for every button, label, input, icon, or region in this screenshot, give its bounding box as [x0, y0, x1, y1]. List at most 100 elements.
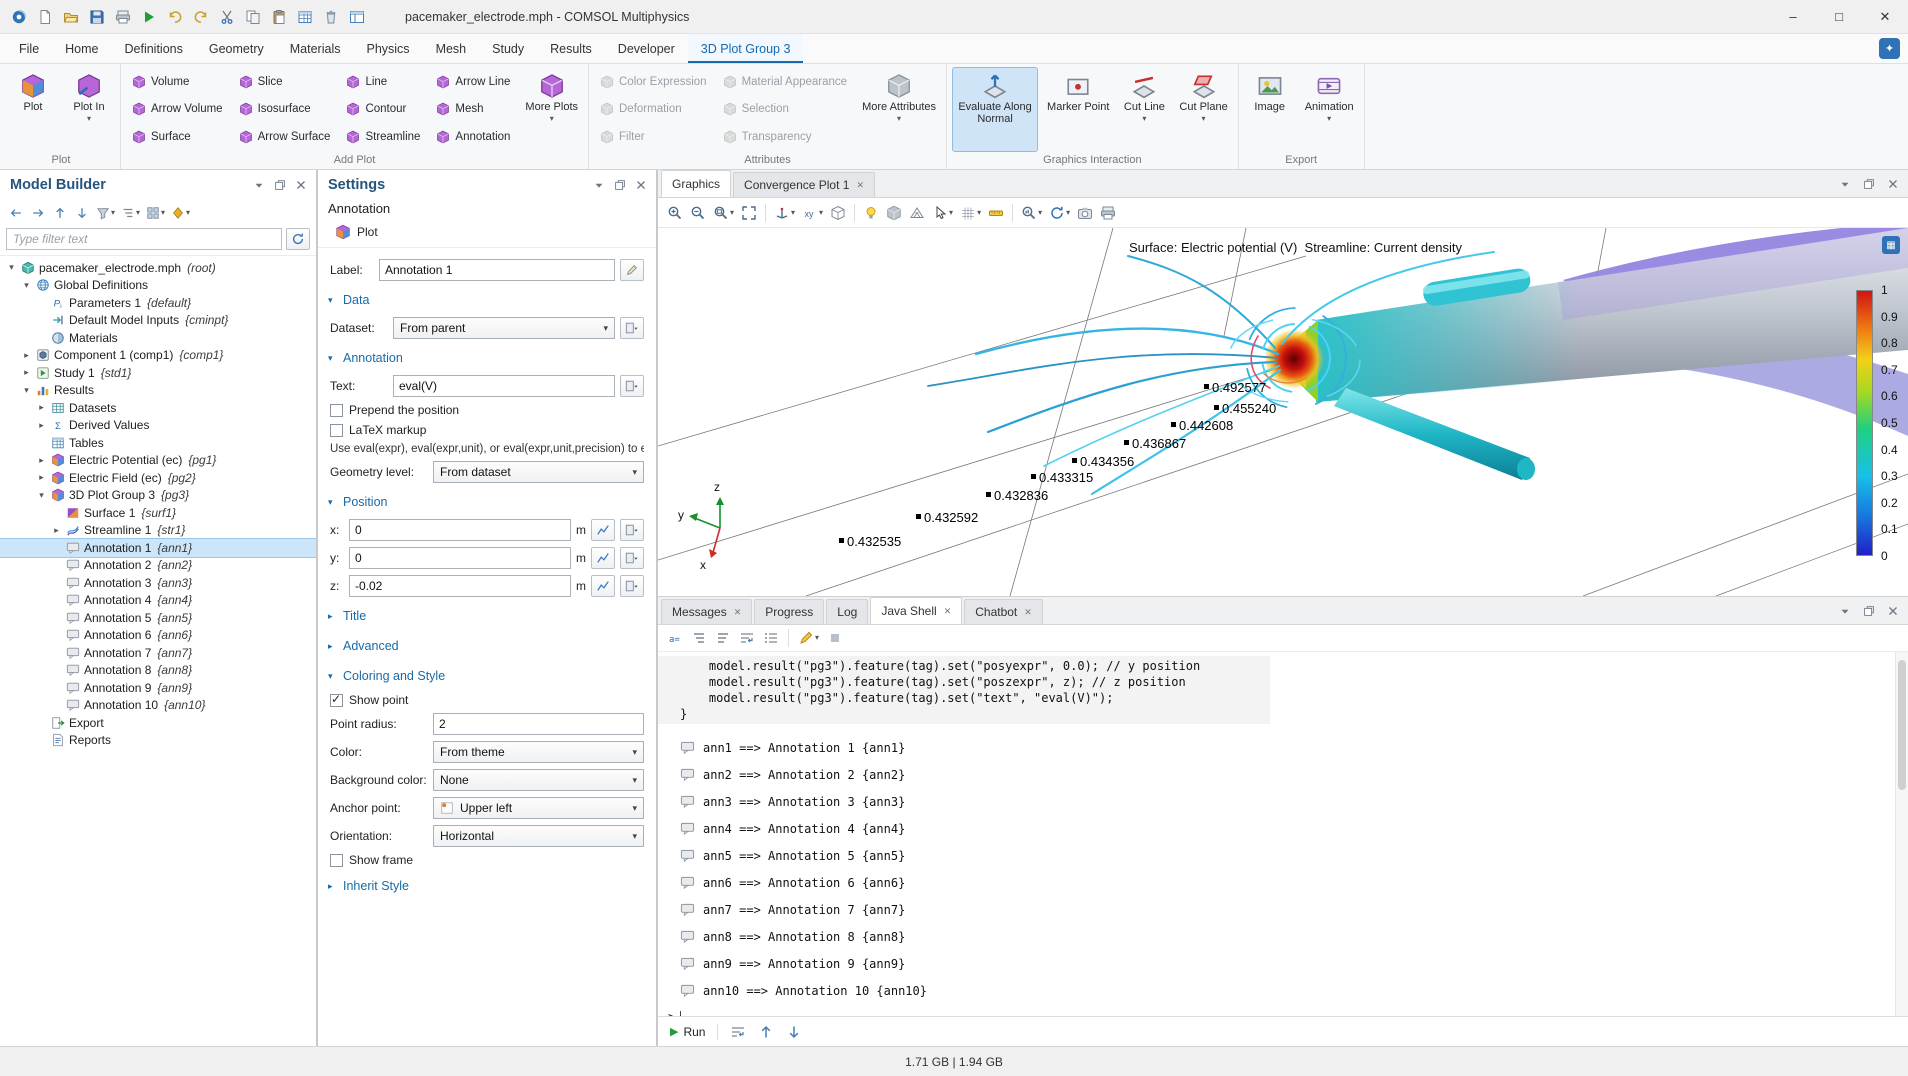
history-down-icon[interactable] — [784, 1021, 804, 1043]
print-icon[interactable] — [1097, 201, 1119, 225]
section-data[interactable]: ▾Data — [318, 289, 656, 311]
expand-node-icon[interactable]: ▸ — [51, 525, 62, 536]
rename-icon[interactable] — [620, 259, 644, 281]
more-attributes-button[interactable]: More Attributes▾ — [857, 67, 941, 152]
latex-markup-checkbox[interactable] — [330, 424, 343, 437]
tree-node-tables[interactable]: Tables — [0, 434, 316, 452]
contour-button[interactable]: Contour — [342, 98, 424, 120]
tree-node-study-1[interactable]: ▸Study 1{std1} — [0, 364, 316, 382]
expression-icon[interactable] — [620, 519, 644, 541]
tab-results[interactable]: Results — [537, 34, 605, 63]
tab-materials[interactable]: Materials — [277, 34, 354, 63]
tree-node-3d-plot-group-3[interactable]: ▾3D Plot Group 3{pg3} — [0, 487, 316, 505]
plot-tools-icon[interactable]: ▦ — [1882, 236, 1900, 254]
tree-node-electric-field-ec[interactable]: ▸Electric Field (ec){pg2} — [0, 469, 316, 487]
section-title[interactable]: ▸Title — [318, 605, 656, 627]
tree-node-datasets[interactable]: ▸Datasets — [0, 399, 316, 417]
tree-node-reports[interactable]: Reports — [0, 732, 316, 750]
streamline-button[interactable]: Streamline — [342, 126, 424, 148]
expand-node-icon[interactable]: ▸ — [36, 402, 47, 413]
tree-node-annotation-4[interactable]: Annotation 4{ann4} — [0, 592, 316, 610]
paste-icon[interactable] — [266, 4, 291, 30]
zoom-extents-icon[interactable] — [738, 201, 760, 225]
tab-3d-plot-group-3[interactable]: 3D Plot Group 3 — [688, 34, 804, 63]
minimize-button[interactable]: – — [1770, 0, 1816, 33]
reset-layout-icon[interactable] — [344, 4, 369, 30]
tab-definitions[interactable]: Definitions — [112, 34, 196, 63]
close-tab-icon[interactable]: ✕ — [734, 607, 742, 618]
section-coloring-and-style[interactable]: ▾Coloring and Style — [318, 665, 656, 687]
tab-log[interactable]: Log — [826, 599, 868, 624]
panel-menu-icon[interactable] — [250, 176, 268, 194]
show-point-checkbox[interactable] — [330, 694, 343, 707]
tree-node-surface-1[interactable]: Surface 1{surf1} — [0, 504, 316, 522]
more-plots-button[interactable]: More Plots▾ — [520, 67, 583, 152]
scene-light-icon[interactable] — [860, 201, 882, 225]
tab-developer[interactable]: Developer — [605, 34, 688, 63]
color-select[interactable]: From theme▾ — [433, 741, 644, 763]
tree-node-parameters-1[interactable]: PiParameters 1{default} — [0, 294, 316, 312]
tree-node-electric-potential-ec[interactable]: ▸Electric Potential (ec){pg1} — [0, 452, 316, 470]
animation-button[interactable]: Animation▾ — [1300, 67, 1359, 152]
highlight-icon[interactable]: ▾ — [795, 626, 822, 650]
tree-collapse-icon[interactable] — [688, 626, 710, 650]
list-icon[interactable] — [760, 626, 782, 650]
tree-node-annotation-2[interactable]: Annotation 2{ann2} — [0, 557, 316, 575]
tree-node-annotation-9[interactable]: Annotation 9{ann9} — [0, 679, 316, 697]
forward-icon[interactable] — [28, 202, 48, 224]
tree-node-annotation-7[interactable]: Annotation 7{ann7} — [0, 644, 316, 662]
surface-button[interactable]: Surface — [128, 126, 227, 148]
expand-node-icon[interactable]: ▸ — [36, 420, 47, 431]
material-appearance-button[interactable]: Material Appearance — [719, 71, 851, 93]
table-icon[interactable] — [292, 4, 317, 30]
collapse-node-icon[interactable]: ▾ — [6, 262, 17, 273]
redo-icon[interactable] — [188, 4, 213, 30]
range-icon[interactable] — [591, 519, 615, 541]
position-x-input[interactable] — [349, 519, 571, 541]
insert-expression-icon[interactable] — [620, 375, 644, 397]
plot-settings-icon[interactable]: ▾ — [1018, 201, 1045, 225]
transparency-button[interactable]: Transparency — [719, 126, 851, 148]
anchor-point-select[interactable]: Upper left▾ — [433, 797, 644, 819]
expression-icon[interactable] — [620, 547, 644, 569]
edit-dataset-icon[interactable] — [620, 317, 644, 339]
tab-graphics[interactable]: Graphics — [661, 170, 731, 197]
refresh-icon[interactable] — [286, 228, 310, 250]
delete-icon[interactable] — [318, 4, 343, 30]
copy-icon[interactable] — [240, 4, 265, 30]
volume-button[interactable]: Volume — [128, 71, 227, 93]
graphics-canvas[interactable]: Surface: Electric potential (V) Streamli… — [658, 228, 1908, 596]
orientation-select[interactable]: Horizontal▾ — [433, 825, 644, 847]
point-radius-input[interactable] — [433, 713, 644, 735]
tree-node-annotation-3[interactable]: Annotation 3{ann3} — [0, 574, 316, 592]
view-along-axis-icon[interactable]: xy▾ — [799, 201, 826, 225]
tree-node-annotation-5[interactable]: Annotation 5{ann5} — [0, 609, 316, 627]
position-y-input[interactable] — [349, 547, 571, 569]
tree-node-export[interactable]: Export — [0, 714, 316, 732]
position-z-input[interactable] — [349, 575, 571, 597]
collapse-node-icon[interactable]: ▾ — [36, 490, 47, 501]
stop-icon[interactable] — [824, 626, 846, 650]
tab-progress[interactable]: Progress — [754, 599, 824, 624]
panel-float-icon[interactable] — [1860, 602, 1878, 620]
tree-expand-icon[interactable] — [712, 626, 734, 650]
panel-close-icon[interactable] — [632, 176, 650, 194]
tab-convergence-plot-1[interactable]: Convergence Plot 1✕ — [733, 172, 875, 197]
expand-node-icon[interactable]: ▸ — [36, 455, 47, 466]
deformation-button[interactable]: Deformation — [596, 98, 711, 120]
comsol-logo-icon[interactable] — [6, 4, 31, 30]
move-down-icon[interactable] — [72, 202, 92, 224]
grid-icon[interactable]: ▾ — [957, 201, 984, 225]
java-shell-console[interactable]: model.result("pg3").feature(tag).set("po… — [658, 652, 1908, 1016]
image-snapshot-icon[interactable] — [1074, 201, 1096, 225]
tab-home[interactable]: Home — [52, 34, 111, 63]
tree-node-default-model-inputs[interactable]: Default Model Inputs{cminpt} — [0, 312, 316, 330]
geometry-level-select[interactable]: From dataset▾ — [433, 461, 644, 483]
open-file-icon[interactable] — [58, 4, 83, 30]
evaluate-icon[interactable]: a= — [664, 626, 686, 650]
print-icon[interactable] — [110, 4, 135, 30]
plot-in-button[interactable]: Plot In▾ — [63, 67, 115, 152]
update-plot-icon[interactable]: ▾ — [1046, 201, 1073, 225]
arrow-line-button[interactable]: Arrow Line — [432, 71, 514, 93]
close-tab-icon[interactable]: ✕ — [856, 180, 864, 191]
